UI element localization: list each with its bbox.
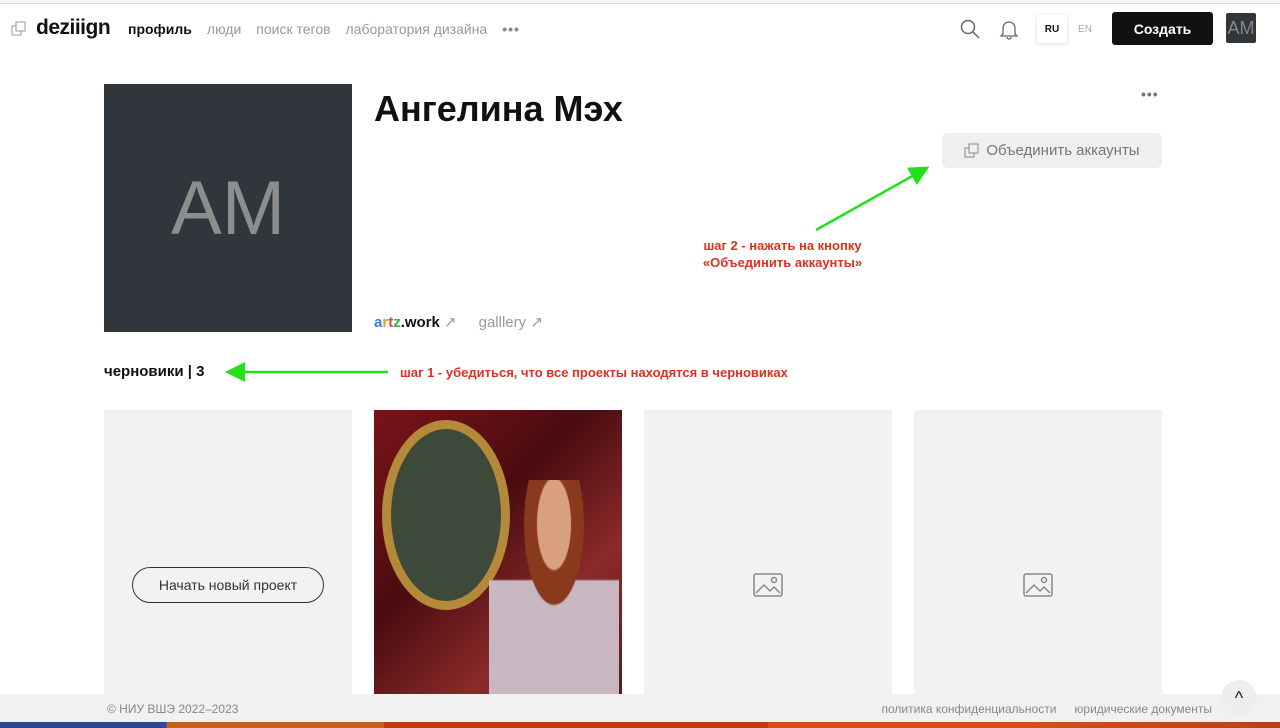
gallery-link[interactable]: galllery ↗ — [479, 313, 543, 331]
external-link-icon: ↗ — [530, 314, 543, 331]
artz-letter: z — [393, 314, 401, 331]
artz-rest: .work — [400, 314, 440, 331]
drafts-heading[interactable]: черновики | 3 — [104, 363, 205, 380]
privacy-link[interactable]: политика конфиденциальности — [882, 702, 1057, 716]
image-placeholder-icon — [1023, 573, 1053, 597]
artz-work-link[interactable]: artz.work ↗ — [374, 313, 457, 331]
bottom-strip — [0, 722, 1280, 728]
external-link-icon: ↗ — [444, 314, 457, 331]
project-card-empty[interactable] — [914, 410, 1162, 700]
step2-arrow — [815, 166, 930, 232]
painting-figure — [489, 480, 619, 700]
drafts-count: 3 — [196, 363, 205, 380]
gallery-label: galllery — [478, 314, 527, 331]
legal-docs-link[interactable]: юридические документы — [1074, 702, 1212, 716]
new-project-card: Начать новый проект — [104, 410, 352, 700]
footer: © НИУ ВШЭ 2022–2023 политика конфиденциа… — [0, 694, 1280, 722]
image-placeholder-icon — [753, 573, 783, 597]
step1-annotation: шаг 1 - убедиться, что все проекты наход… — [400, 365, 788, 380]
step2-annotation: шаг 2 - нажать на кнопку «Объединить акк… — [690, 237, 875, 271]
drafts-label: черновики — [104, 363, 184, 380]
copyright: © НИУ ВШЭ 2022–2023 — [107, 702, 239, 716]
step2-line1: шаг 2 - нажать на кнопку — [703, 238, 862, 253]
project-card-empty[interactable] — [644, 410, 892, 700]
footer-links: политика конфиденциальности юридические … — [882, 702, 1212, 716]
new-project-button[interactable]: Начать новый проект — [132, 567, 324, 603]
profile-links: artz.work ↗ galllery ↗ — [374, 313, 543, 331]
scroll-top-button[interactable]: ^ — [1221, 680, 1257, 716]
step2-line2: «Объединить аккаунты» — [702, 255, 863, 270]
chevron-up-icon: ^ — [1234, 687, 1244, 708]
project-card-image[interactable] — [374, 410, 622, 700]
